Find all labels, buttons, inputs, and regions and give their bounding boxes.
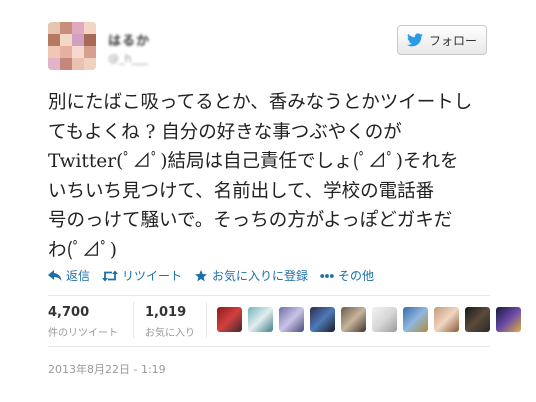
tweet-text: 別にたばこ吸ってるとか、香みなうとかツイートし てもよくね ? 自分の好きな事つ… xyxy=(48,88,498,265)
tweet-line: いちいち見つけて、名前出して、学校の電話番 xyxy=(48,180,435,202)
tweet-line: 号のっけて騒いで。そっちの方がよっぽどガキだ xyxy=(48,210,453,231)
favoriter-avatar[interactable] xyxy=(310,307,335,332)
favoriter-avatar[interactable] xyxy=(341,307,366,332)
follow-button-label: フォロー xyxy=(428,33,477,48)
star-icon xyxy=(195,269,208,281)
favorite-action[interactable]: お気に入りに登録 xyxy=(194,267,308,284)
user-display-name[interactable]: はるか xyxy=(108,30,150,49)
reply-icon xyxy=(48,269,62,281)
tweet-line: Twitter(ﾟ⊿ﾟ)結局は自己責任でしょ(ﾟ⊿ﾟ)それを xyxy=(48,151,459,172)
follow-button[interactable]: フォロー xyxy=(397,25,487,55)
divider xyxy=(48,346,490,347)
tweet-line: わ(ﾟ⊿ﾟ) xyxy=(48,239,117,261)
tweet-card: はるか @_h___ フォロー 別にたばこ吸ってるとか、香みなうとかツイートし … xyxy=(0,0,536,402)
retweet-count-stat[interactable]: 4,700 件のリツイート xyxy=(48,305,118,339)
favorite-count-label: お気に入り xyxy=(145,328,195,339)
favoriter-avatars xyxy=(217,307,521,332)
stat-divider xyxy=(206,302,207,338)
more-label: その他 xyxy=(338,269,375,283)
favoriter-avatar[interactable] xyxy=(496,307,521,332)
retweet-count-label: 件のリツイート xyxy=(48,328,118,339)
twitter-bird-icon xyxy=(406,33,423,47)
divider xyxy=(48,295,490,296)
retweet-label: リツイート xyxy=(122,269,183,283)
retweet-count: 4,700 xyxy=(48,305,90,320)
tweet-timestamp[interactable]: 2013年8月22日 - 1:19 xyxy=(48,361,166,377)
favoriter-avatar[interactable] xyxy=(217,307,242,332)
favorite-label: お気に入りに登録 xyxy=(212,269,309,283)
favoriter-avatar[interactable] xyxy=(248,307,273,332)
user-avatar[interactable] xyxy=(48,22,96,70)
favoriter-avatar[interactable] xyxy=(403,307,428,332)
user-screen-name[interactable]: @_h___ xyxy=(108,52,148,65)
more-icon xyxy=(320,273,334,278)
favoriter-avatar[interactable] xyxy=(372,307,397,332)
stat-divider xyxy=(133,302,134,338)
favorite-count-stat[interactable]: 1,019 お気に入り xyxy=(145,305,195,339)
tweet-actions: 返信 リツイート お気に入りに登録 その他 xyxy=(48,267,386,284)
retweet-action[interactable]: リツイート xyxy=(102,267,182,284)
favorite-count: 1,019 xyxy=(145,305,187,320)
favoriter-avatar[interactable] xyxy=(434,307,459,332)
favoriter-avatar[interactable] xyxy=(465,307,490,332)
reply-action[interactable]: 返信 xyxy=(48,267,90,284)
favoriter-avatar[interactable] xyxy=(279,307,304,332)
more-action[interactable]: その他 xyxy=(320,267,374,284)
retweet-icon xyxy=(102,270,119,281)
tweet-line: てもよくね ? 自分の好きな事つぶやくのが xyxy=(48,121,402,143)
reply-label: 返信 xyxy=(66,269,91,283)
tweet-line: 別にたばこ吸ってるとか、香みなうとかツイートし xyxy=(48,92,473,113)
